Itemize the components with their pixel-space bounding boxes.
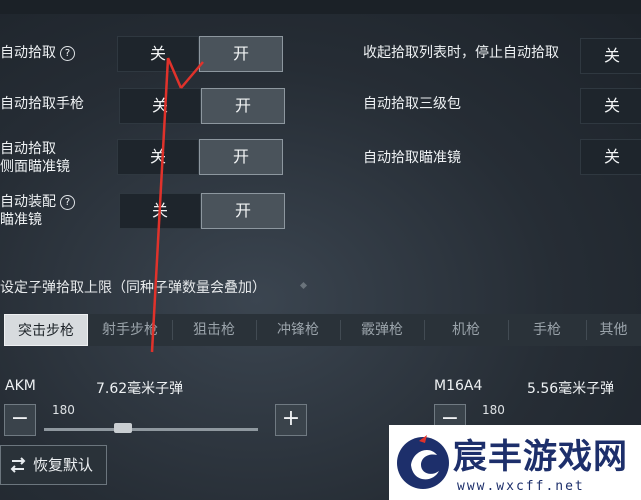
arrow-line (180, 61, 204, 89)
watermark: 宸丰游戏网 www.wxcff.net (389, 425, 641, 500)
watermark-title: 宸丰游戏网 (453, 437, 628, 477)
dragon-logo-icon (397, 435, 449, 489)
watermark-url: www.wxcff.net (457, 479, 585, 494)
arrow-line (150, 57, 170, 353)
arrow-line (166, 57, 183, 89)
